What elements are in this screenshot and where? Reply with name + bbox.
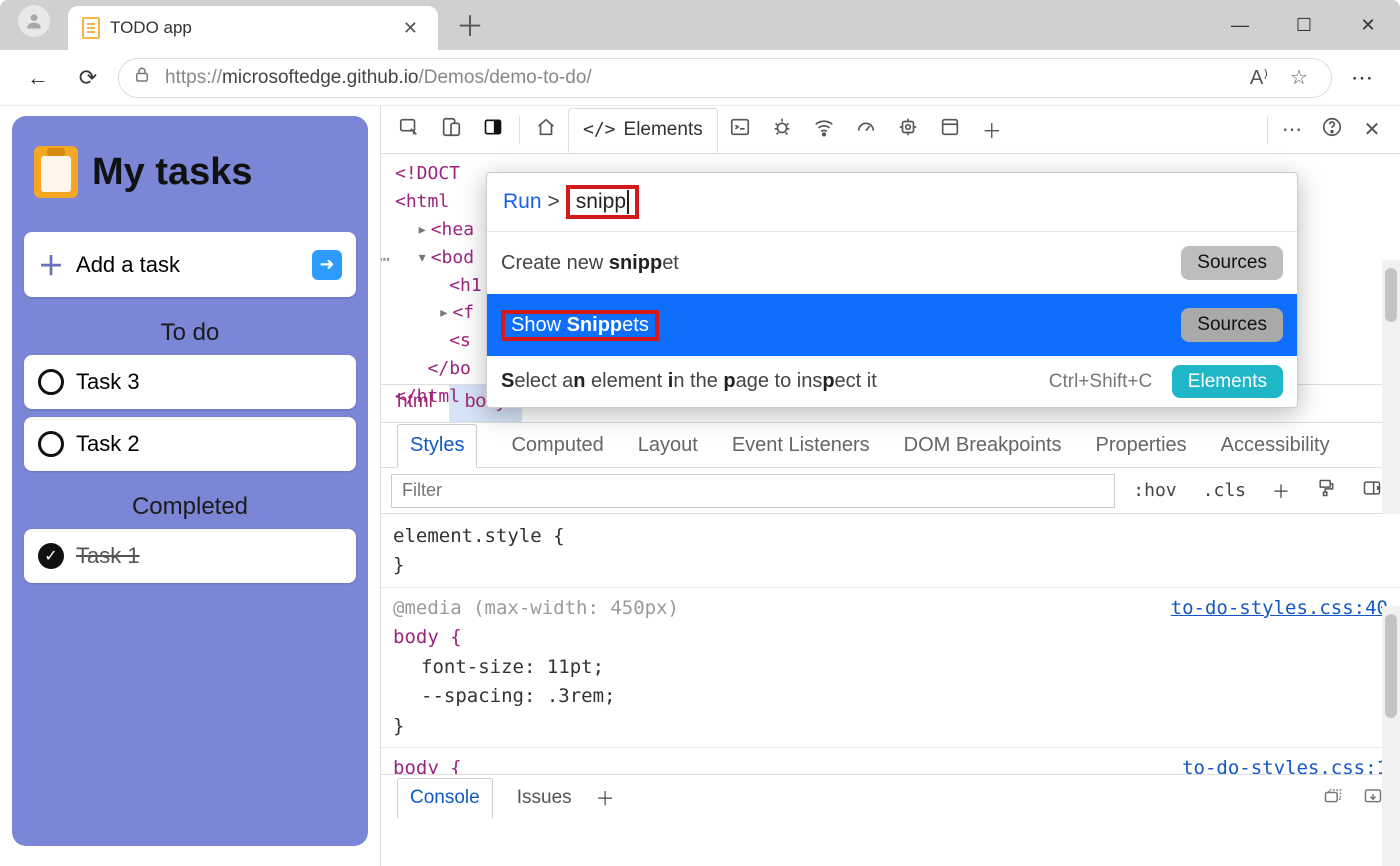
refresh-button[interactable]: ⟳: [68, 65, 108, 91]
devtools-toolbar: </> Elements ＋ ⋯: [381, 106, 1400, 154]
command-typed-text: snipp: [576, 190, 626, 214]
tab-styles[interactable]: Styles: [397, 424, 477, 468]
todo-item-label: Task 2: [76, 431, 140, 457]
more-menu-button[interactable]: ⋯: [1342, 65, 1382, 91]
tab-computed[interactable]: Computed: [511, 434, 603, 457]
scrollbar[interactable]: [1382, 606, 1400, 866]
performance-icon[interactable]: [846, 116, 886, 144]
add-task-label: Add a task: [76, 252, 180, 278]
tab-event-listeners[interactable]: Event Listeners: [732, 434, 870, 457]
new-style-rule-icon[interactable]: ＋: [1264, 478, 1298, 504]
minimize-button[interactable]: —: [1208, 0, 1272, 50]
styles-rules[interactable]: element.style { } @media (max-width: 450…: [381, 514, 1400, 774]
styles-toolbar: :hov .cls ＋: [381, 468, 1400, 514]
radio-unchecked-icon[interactable]: [38, 431, 64, 457]
tab-title: TODO app: [110, 18, 387, 38]
prompt-angle: >: [548, 190, 560, 214]
todo-item[interactable]: Task 3: [24, 355, 356, 409]
text-cursor: [627, 190, 629, 214]
page-content: My tasks ＋ Add a task ➜ To do Task 3 Tas…: [0, 106, 380, 866]
maximize-button[interactable]: ☐: [1272, 0, 1336, 50]
close-tab-icon[interactable]: ✕: [397, 18, 424, 39]
completed-item[interactable]: ✓ Task 1: [24, 529, 356, 583]
devtools-more-icon[interactable]: ⋯: [1272, 117, 1312, 142]
todo-item[interactable]: Task 2: [24, 417, 356, 471]
tab-accessibility[interactable]: Accessibility: [1221, 434, 1330, 457]
hov-toggle[interactable]: :hov: [1125, 480, 1184, 501]
more-tabs-button[interactable]: ＋: [972, 115, 1012, 144]
command-input-row[interactable]: Run > snipp: [487, 173, 1297, 232]
browser-title-bar: TODO app ✕ ＋ — ☐ ✕: [0, 0, 1400, 50]
address-bar[interactable]: https://microsoftedge.github.io/Demos/de…: [118, 58, 1332, 98]
app-title: My tasks: [92, 151, 253, 194]
code-icon: </>: [583, 119, 616, 140]
section-completed-title: Completed: [24, 493, 356, 521]
cls-toggle[interactable]: .cls: [1195, 480, 1254, 501]
command-row-create-snippet[interactable]: Create new snippet Sources: [487, 232, 1297, 294]
devtools-drawer: Console Issues ＋: [381, 774, 1400, 820]
favorite-icon[interactable]: ☆: [1281, 65, 1317, 90]
profile-avatar[interactable]: [18, 5, 50, 37]
css-source-link[interactable]: to-do-styles.css:1: [1182, 754, 1388, 774]
tab-elements[interactable]: </> Elements: [568, 108, 718, 153]
drawer-add-tab-icon[interactable]: ＋: [596, 784, 615, 811]
close-window-button[interactable]: ✕: [1336, 0, 1400, 50]
drawer-expand-icon[interactable]: [1322, 785, 1344, 811]
console-icon[interactable]: [720, 116, 760, 144]
command-row-show-snippets[interactable]: Show Snippets Sources: [487, 294, 1297, 356]
check-icon[interactable]: ✓: [38, 543, 64, 569]
back-button[interactable]: ←: [18, 65, 58, 91]
close-devtools-icon[interactable]: ✕: [1352, 117, 1392, 142]
command-row-inspect-element[interactable]: Select an element in the page to inspect…: [487, 356, 1297, 407]
command-input-highlight: snipp: [566, 185, 639, 219]
tab-properties[interactable]: Properties: [1096, 434, 1187, 457]
plus-icon: ＋: [38, 246, 64, 283]
badge-sources: Sources: [1181, 308, 1283, 342]
read-aloud-icon[interactable]: A⁾: [1241, 65, 1277, 90]
add-task-input[interactable]: ＋ Add a task ➜: [24, 232, 356, 297]
css-source-link[interactable]: to-do-styles.css:40: [1171, 594, 1388, 623]
welcome-icon[interactable]: [526, 116, 566, 144]
tab-dom-breakpoints[interactable]: DOM Breakpoints: [904, 434, 1062, 457]
sources-bug-icon[interactable]: [762, 116, 802, 144]
run-label: Run: [503, 190, 542, 214]
styles-filter-input[interactable]: [391, 474, 1115, 508]
drawer-tab-issues[interactable]: Issues: [517, 787, 572, 809]
todo-item-label: Task 3: [76, 369, 140, 395]
drawer-tab-console[interactable]: Console: [397, 778, 493, 819]
badge-sources: Sources: [1181, 246, 1283, 280]
notepad-icon: [82, 17, 100, 39]
url-text: https://microsoftedge.github.io/Demos/de…: [165, 67, 592, 89]
drawer-collapse-icon[interactable]: [1362, 785, 1384, 811]
todo-app: My tasks ＋ Add a task ➜ To do Task 3 Tas…: [12, 116, 368, 846]
lock-icon: [133, 66, 151, 90]
keyboard-shortcut: Ctrl+Shift+C: [1049, 371, 1152, 392]
tab-layout[interactable]: Layout: [638, 434, 698, 457]
submit-task-button[interactable]: ➜: [312, 250, 342, 280]
new-tab-button[interactable]: ＋: [438, 5, 502, 45]
application-icon[interactable]: [930, 116, 970, 144]
completed-item-label: Task 1: [76, 543, 140, 569]
styles-tabs: Styles Computed Layout Event Listeners D…: [381, 422, 1400, 468]
toolbar: ← ⟳ https://microsoftedge.github.io/Demo…: [0, 50, 1400, 106]
network-icon[interactable]: [804, 116, 844, 144]
command-menu: Run > snipp Create new snippet Sources S…: [486, 172, 1298, 408]
help-icon[interactable]: [1312, 116, 1352, 144]
section-todo-title: To do: [24, 319, 356, 347]
clipboard-icon: [34, 146, 78, 198]
window-controls: — ☐ ✕: [1208, 0, 1400, 50]
device-emulation-icon[interactable]: [431, 116, 471, 144]
browser-tab-active[interactable]: TODO app ✕: [68, 6, 438, 50]
selected-command-highlight: Show Snippets: [501, 310, 659, 341]
radio-unchecked-icon[interactable]: [38, 369, 64, 395]
command-row-label: Select an element in the page to inspect…: [501, 370, 877, 393]
gutter-dots-icon[interactable]: ⋯: [380, 246, 390, 274]
badge-elements: Elements: [1172, 365, 1283, 398]
inspect-element-icon[interactable]: [389, 116, 429, 144]
dock-side-icon[interactable]: [473, 117, 513, 143]
memory-icon[interactable]: [888, 116, 928, 144]
scrollbar[interactable]: [1382, 260, 1400, 514]
paint-icon[interactable]: [1308, 478, 1344, 503]
